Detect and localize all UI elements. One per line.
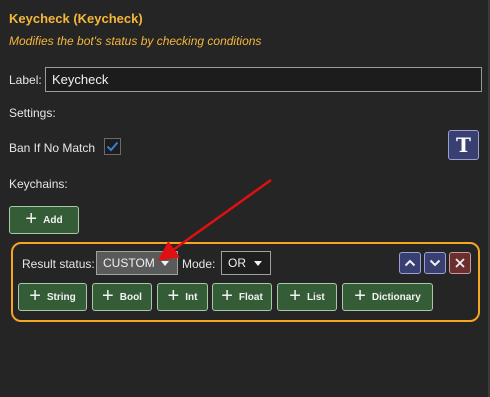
close-icon	[455, 258, 465, 268]
add-string-key-button[interactable]: + String	[18, 283, 87, 311]
settings-caption: Settings:	[9, 106, 56, 120]
key-type-label: Int	[185, 291, 198, 303]
plus-icon: +	[25, 208, 38, 230]
result-status-caption: Result status:	[22, 257, 95, 271]
mode-value: OR	[228, 256, 246, 270]
move-down-button[interactable]	[424, 252, 446, 274]
chevron-up-icon	[404, 259, 416, 267]
plus-icon: +	[167, 285, 180, 307]
add-float-key-button[interactable]: + Float	[212, 283, 272, 311]
key-type-label: List	[306, 291, 325, 303]
ban-if-no-match-checkbox[interactable]	[104, 138, 121, 155]
mode-caption: Mode:	[182, 257, 216, 271]
add-bool-key-button[interactable]: + Bool	[92, 283, 152, 311]
chevron-down-icon	[429, 259, 441, 267]
plus-icon: +	[354, 285, 366, 307]
block-title: Keycheck (Keycheck)	[9, 11, 143, 26]
result-status-select[interactable]: CUSTOM	[96, 251, 178, 275]
plus-icon: +	[102, 285, 114, 307]
add-dictionary-key-button[interactable]: + Dictionary	[342, 283, 433, 311]
move-up-button[interactable]	[399, 252, 421, 274]
block-description: Modifies the bot's status by checking co…	[9, 34, 262, 48]
chevron-down-icon	[254, 260, 262, 266]
add-int-key-button[interactable]: + Int	[157, 283, 208, 311]
annotation-arrow	[157, 178, 272, 261]
add-keychain-button[interactable]: + Add	[9, 206, 79, 234]
text-toggle-label: T	[456, 133, 471, 157]
result-status-value: CUSTOM	[103, 256, 155, 270]
key-type-label: String	[46, 291, 76, 303]
plus-icon: +	[289, 285, 301, 307]
ban-if-no-match-caption: Ban If No Match	[9, 141, 96, 155]
key-type-label: Bool	[119, 291, 142, 303]
plus-icon: +	[221, 285, 233, 307]
key-type-label: Float	[238, 291, 263, 303]
mode-select[interactable]: OR	[221, 251, 271, 275]
label-input[interactable]	[45, 67, 482, 92]
checkmark-icon	[106, 141, 119, 152]
remove-keychain-button[interactable]	[449, 252, 471, 274]
chevron-down-icon	[161, 260, 169, 266]
add-list-key-button[interactable]: + List	[277, 283, 337, 311]
text-toggle-button[interactable]: T	[448, 130, 479, 160]
key-type-label: Dictionary	[371, 291, 421, 303]
keychains-caption: Keychains:	[9, 177, 68, 191]
label-caption: Label:	[9, 73, 42, 87]
add-button-label: Add	[43, 214, 63, 226]
plus-icon: +	[29, 285, 41, 307]
